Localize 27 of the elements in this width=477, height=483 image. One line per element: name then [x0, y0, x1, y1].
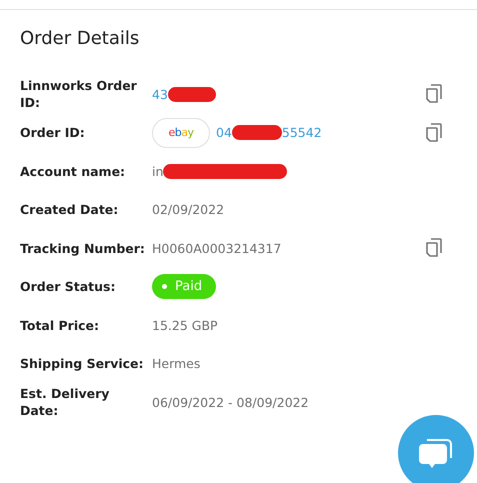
chat-icon	[417, 436, 455, 470]
field-label: Order Status:	[20, 278, 116, 296]
copy-icon[interactable]	[425, 238, 443, 258]
field-value: 06/09/2022 - 08/09/2022	[152, 394, 309, 410]
field-value: in	[152, 164, 164, 179]
copy-icon[interactable]	[425, 122, 443, 143]
field-label: Total Price:	[20, 316, 100, 334]
copy-icon[interactable]	[425, 84, 443, 104]
field-label: Created Date:	[20, 201, 120, 218]
section-title: Order Details	[20, 28, 140, 49]
field-label: Est. Delivery Date:	[20, 385, 110, 420]
field-label: Shipping Service:	[20, 355, 145, 372]
marketplace-logo: ebay	[152, 118, 210, 148]
redaction-mark	[232, 125, 282, 140]
field-label: Linnworks Order ID:	[20, 77, 138, 112]
redaction-mark	[168, 86, 216, 102]
field-label: Account name:	[20, 162, 126, 180]
field-label: Order ID:	[20, 124, 86, 142]
status-badge: Paid	[152, 274, 216, 300]
field-value: 02/09/2022	[152, 202, 224, 218]
field-value[interactable]: 04	[216, 125, 232, 140]
field-value: 15.25 GBP	[152, 318, 218, 333]
field-value[interactable]: 43	[152, 86, 168, 102]
field-value: H0060A0003214317	[152, 240, 282, 256]
field-value[interactable]: 55542	[282, 125, 322, 140]
field-value: Hermes	[152, 356, 200, 372]
field-label: Tracking Number:	[20, 240, 146, 257]
